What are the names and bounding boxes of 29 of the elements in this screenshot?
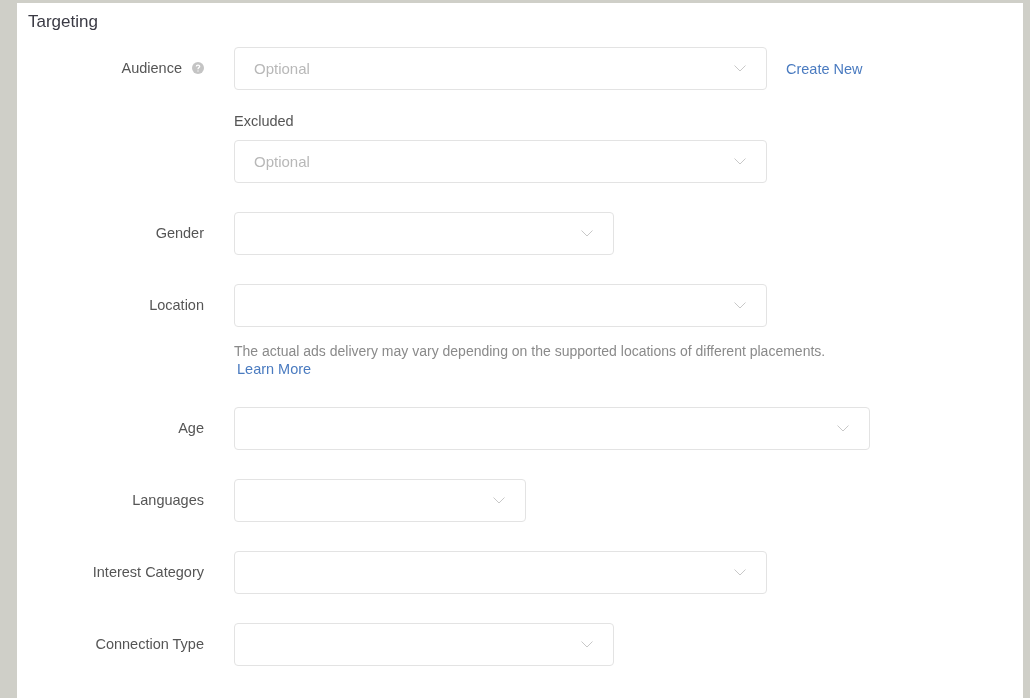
- section-title: Targeting: [28, 11, 98, 33]
- field-label: Languages: [132, 492, 204, 509]
- help-text: The actual ads delivery may vary depending on the supported locations of different placements.: [234, 342, 826, 360]
- dropdown-field[interactable]: [234, 479, 526, 522]
- chevron-down-icon: [837, 425, 849, 432]
- field-label: Gender: [155, 225, 204, 242]
- help-icon[interactable]: [192, 62, 204, 74]
- dropdown-field[interactable]: [234, 284, 767, 327]
- chevron-down-icon: [734, 158, 746, 165]
- chevron-down-icon: [581, 641, 593, 648]
- field-label: Interest Category: [92, 564, 204, 581]
- placeholder: Optional: [254, 60, 310, 77]
- chevron-down-icon: [734, 302, 746, 309]
- field-label: Location: [149, 297, 204, 314]
- field-label: Age: [178, 420, 204, 437]
- learn-more-link[interactable]: Learn More: [237, 360, 312, 378]
- dropdown-field[interactable]: [234, 407, 870, 450]
- field-label: Excluded: [234, 113, 294, 130]
- chevron-down-icon: [493, 497, 505, 504]
- chevron-down-icon: [734, 569, 746, 576]
- dropdown-field[interactable]: [234, 623, 614, 666]
- create-new-link[interactable]: Create New: [786, 60, 863, 77]
- dropdown-field[interactable]: [234, 551, 767, 594]
- chevron-down-icon: [734, 65, 746, 72]
- field-label: Connection Type: [95, 636, 204, 653]
- field-label: Audience: [121, 60, 182, 77]
- placeholder: Optional: [254, 153, 310, 170]
- dropdown-field[interactable]: [234, 212, 614, 255]
- chevron-down-icon: [581, 230, 593, 237]
